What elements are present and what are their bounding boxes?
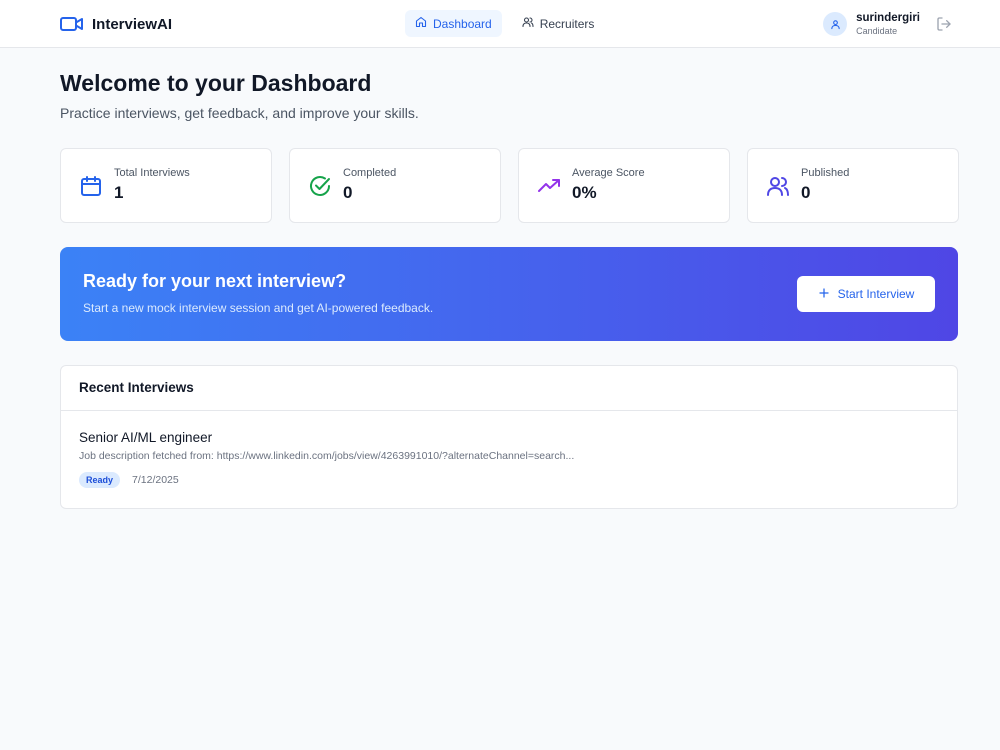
main-nav: Dashboard Recruiters bbox=[405, 10, 614, 37]
page-subtitle: Practice interviews, get feedback, and i… bbox=[60, 105, 419, 121]
users-icon bbox=[766, 174, 790, 198]
cta-banner: Ready for your next interview? Start a n… bbox=[60, 247, 958, 341]
section-heading: Recent Interviews bbox=[61, 366, 957, 411]
nav-recruiters[interactable]: Recruiters bbox=[512, 10, 605, 37]
list-item[interactable]: Senior AI/ML engineer Job description fe… bbox=[79, 430, 574, 488]
nav-dashboard-label: Dashboard bbox=[433, 16, 492, 31]
start-interview-button[interactable]: Start Interview bbox=[797, 276, 935, 312]
brand[interactable]: InterviewAI bbox=[60, 12, 172, 36]
brand-name: InterviewAI bbox=[92, 15, 173, 33]
recent-interviews-panel: Recent Interviews Senior AI/ML engineer … bbox=[60, 365, 958, 509]
top-nav-bar: InterviewAI Dashboard Recruiters surinde… bbox=[0, 0, 1000, 48]
start-interview-label: Start Interview bbox=[837, 287, 915, 301]
avatar bbox=[823, 12, 848, 36]
stat-label: Total Interviews bbox=[114, 167, 190, 179]
calendar-icon bbox=[79, 174, 103, 198]
stat-label: Average Score bbox=[572, 167, 645, 179]
interview-meta: Ready 7/12/2025 bbox=[79, 472, 574, 488]
interview-date: 7/12/2025 bbox=[132, 474, 179, 486]
users-icon bbox=[522, 16, 540, 31]
trending-up-icon bbox=[537, 174, 561, 198]
user-menu[interactable]: surindergiri Candidate bbox=[823, 11, 920, 37]
stat-value: 0 bbox=[801, 183, 811, 202]
stat-card-completed: Completed 0 bbox=[289, 148, 501, 223]
banner-title: Ready for your next interview? bbox=[83, 271, 347, 291]
page-title: Welcome to your Dashboard bbox=[60, 70, 372, 96]
stat-value: 0 bbox=[343, 183, 353, 202]
user-role: Candidate bbox=[856, 26, 898, 36]
stat-value: 1 bbox=[114, 183, 124, 202]
home-icon bbox=[415, 16, 433, 31]
interview-description: Job description fetched from: https://ww… bbox=[79, 450, 575, 462]
stat-card-average-score: Average Score 0% bbox=[518, 148, 730, 223]
stat-card-total-interviews: Total Interviews 1 bbox=[60, 148, 272, 223]
stat-value: 0% bbox=[572, 183, 597, 202]
video-camera-icon bbox=[60, 12, 84, 36]
user-info: surindergiri Candidate bbox=[856, 11, 920, 37]
stat-label: Published bbox=[801, 167, 850, 179]
plus-icon bbox=[818, 287, 838, 302]
nav-recruiters-label: Recruiters bbox=[539, 16, 595, 31]
interview-title: Senior AI/ML engineer bbox=[79, 430, 213, 445]
stat-label: Completed bbox=[343, 167, 397, 179]
banner-subtitle: Start a new mock interview session and g… bbox=[83, 301, 434, 315]
user-name: surindergiri bbox=[856, 12, 920, 24]
nav-dashboard[interactable]: Dashboard bbox=[405, 10, 502, 37]
logout-icon[interactable] bbox=[936, 16, 952, 32]
status-badge: Ready bbox=[79, 472, 121, 488]
check-circle-icon bbox=[308, 174, 332, 198]
stat-card-published: Published 0 bbox=[747, 148, 959, 223]
